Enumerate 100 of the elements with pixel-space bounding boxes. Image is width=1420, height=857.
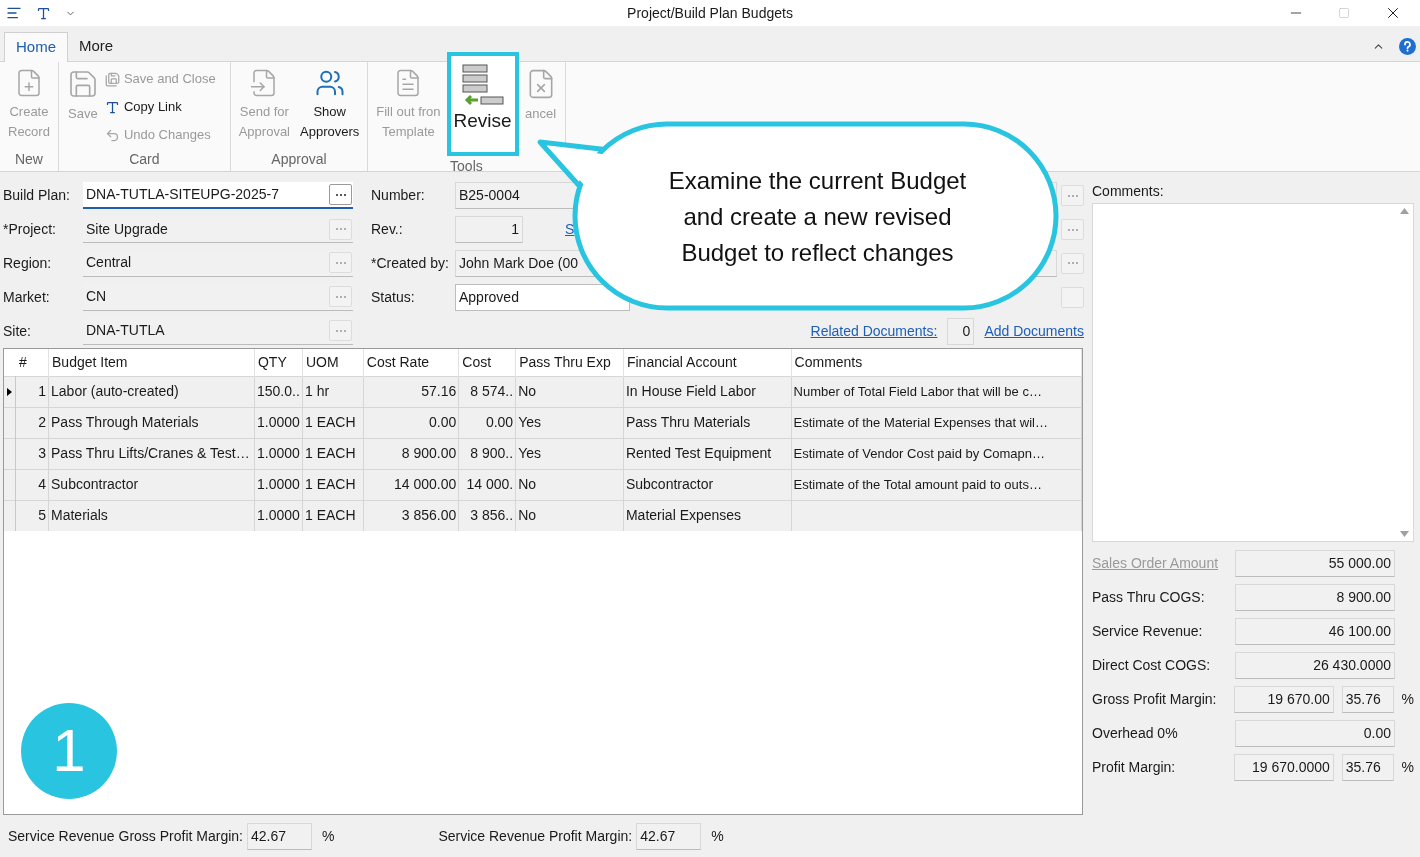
focused-lookup-field[interactable]: DNA-TUTLA-SITEUPG-2025-7 xyxy=(83,182,353,210)
related-documents-link[interactable]: Related Documents: xyxy=(810,320,938,342)
amount-field[interactable]: 19 670.0000 xyxy=(1234,753,1334,781)
footer-label: Service Revenue Profit Margin: xyxy=(438,826,633,846)
text-field[interactable]: 1 xyxy=(455,216,523,244)
field-label: Number: xyxy=(371,186,426,206)
table-cell: Subcontractor xyxy=(51,476,139,492)
lookup-field[interactable]: CN xyxy=(83,283,353,311)
floppy-disk-icon xyxy=(104,71,120,87)
field-label: *Project: xyxy=(2,220,57,240)
amount-field[interactable]: 0.00 xyxy=(1235,719,1395,747)
margin-field[interactable]: 42.67 xyxy=(636,822,702,850)
table-cell: Estimate of the Material Expenses that wil… xyxy=(793,415,1048,430)
ribbon-group-label: Card xyxy=(129,150,160,169)
stacked-rows-icon xyxy=(460,64,505,108)
table-cell: 1 EACH xyxy=(304,507,356,524)
table-row[interactable]: 5 Materials 1.0000 1 EACH 3 856.00 3 856.. No Material Expenses xyxy=(4,500,1082,531)
table-cell: No xyxy=(518,383,537,399)
document-count: 0 xyxy=(947,317,975,345)
table-row[interactable]: 4 Subcontractor 1.0000 1 EACH 14 000.00 14 000. No Subcontractor Estimate of the Total amount paid to outs… xyxy=(4,469,1082,500)
percent-field[interactable]: 35.76 xyxy=(1341,685,1394,713)
table-cell: 150.0.. xyxy=(256,383,300,399)
summary-label: Overhead 0% xyxy=(1092,723,1179,743)
table-cell: 0.00 xyxy=(485,414,514,430)
text-field[interactable]: Approved xyxy=(455,283,630,311)
ribbon-group-label: New xyxy=(14,150,43,169)
summary-label: Pass Thru COGS: xyxy=(1092,587,1206,607)
maximize-icon[interactable] xyxy=(1338,7,1350,19)
table-cell: 0.00 xyxy=(429,414,457,430)
amount-field[interactable]: 26 430.0000 xyxy=(1235,651,1395,679)
margin-field[interactable]: 42.67 xyxy=(247,822,312,850)
link[interactable]: S xyxy=(565,219,575,241)
ellipsis-icon xyxy=(334,294,347,299)
table-cell: 3 856.. xyxy=(470,507,514,524)
comments-field[interactable] xyxy=(1092,203,1414,542)
table-cell: 5 xyxy=(38,507,47,524)
ellipsis-icon xyxy=(334,192,347,197)
ribbon-button[interactable]: Show Approvers xyxy=(296,62,364,142)
ribbon-tab[interactable]: Home xyxy=(4,32,68,62)
ellipsis-icon xyxy=(334,227,347,232)
comments-label: Comments: xyxy=(1092,182,1165,201)
table-cell: 57.16 xyxy=(421,383,457,399)
highlighted-ribbon-button[interactable]: Revise xyxy=(446,52,519,156)
table-row[interactable]: 3 Pass Thru Lifts/Cranes & Test… 1.0000 1 EACH 8 900.00 8 900.. Yes Rented Test Equipment Estimate of Vendor Cost paid by Comapn… xyxy=(4,438,1082,469)
ellipsis-icon xyxy=(1066,227,1079,232)
table-cell: 1 xyxy=(38,383,47,399)
ellipsis-icon xyxy=(1066,261,1079,266)
table-cell: Subcontractor xyxy=(625,476,714,492)
field-label: Site: xyxy=(2,321,32,341)
table-cell: 3 xyxy=(38,445,47,461)
text-field-icon[interactable] xyxy=(36,5,51,21)
table-cell: 1 EACH xyxy=(304,445,356,461)
ellipsis-icon xyxy=(1066,193,1079,198)
table-row[interactable]: 1 Labor (auto-created) 150.0.. 1 hr 57.16 8 574.. No In House Field Labor Number of Total Field Labor that will be c… xyxy=(4,376,1082,407)
ribbon-group-label: Approval xyxy=(271,150,327,169)
lookup-field[interactable]: Site Upgrade xyxy=(83,216,353,244)
table-cell: 4 xyxy=(38,476,47,492)
table-cell: Pass Thru Materials xyxy=(625,414,751,430)
scroll-down-icon xyxy=(1400,531,1409,537)
amount-field[interactable]: 55 000.00 xyxy=(1235,549,1395,577)
field-label: Rev.: xyxy=(371,220,404,240)
amount-field[interactable]: 8 900.00 xyxy=(1235,583,1395,611)
percent-sign: % xyxy=(1401,757,1414,777)
table-cell: 1.0000 xyxy=(256,414,300,430)
table-cell: 8 900.00 xyxy=(401,445,457,461)
table-cell: Pass Through Materials xyxy=(51,414,199,430)
table-cell: 8 574.. xyxy=(470,383,514,399)
ribbon-tab[interactable]: More xyxy=(68,31,125,61)
lookup-field[interactable]: Central xyxy=(83,250,353,277)
window-title: Project/Build Plan Budgets xyxy=(627,3,793,23)
ellipsis-button[interactable] xyxy=(329,184,352,206)
add-documents-link[interactable]: Add Documents xyxy=(984,320,1084,342)
table-cell: 14 000. xyxy=(466,476,514,492)
table-cell: 1 hr xyxy=(304,383,330,399)
table-cell: Materials xyxy=(51,507,108,524)
scroll-up-icon xyxy=(1400,208,1409,214)
table-cell: Rented Test Equipment xyxy=(625,445,772,461)
table-cell: 1.0000 xyxy=(256,476,300,492)
percent-sign: % xyxy=(1401,689,1414,709)
amount-field[interactable]: 46 100.00 xyxy=(1235,617,1395,645)
ribbon-small-button[interactable]: Copy Link xyxy=(104,93,216,121)
table-cell: Yes xyxy=(518,414,541,430)
text-field-icon xyxy=(104,99,120,115)
ellipsis-icon xyxy=(334,328,347,333)
undo-icon xyxy=(104,127,120,143)
field-label: *Created by: xyxy=(371,254,450,273)
table-cell: Estimate of Vendor Cost paid by Comapn… xyxy=(793,446,1046,461)
table-cell: 1 EACH xyxy=(304,476,356,492)
ellipsis-icon xyxy=(334,261,347,265)
table-row[interactable]: 2 Pass Through Materials 1.0000 1 EACH 0.00 0.00 Yes Pass Thru Materials Estimate of the Material Expenses that wil… xyxy=(4,407,1082,438)
table-cell: Material Expenses xyxy=(625,507,742,524)
lookup-field[interactable]: DNA-TUTLA xyxy=(83,317,353,345)
table-cell: Number of Total Field Labor that will be c… xyxy=(793,384,1042,399)
amount-field[interactable]: 19 670.00 xyxy=(1234,685,1334,713)
summary-label: Gross Profit Margin: xyxy=(1092,689,1218,709)
table-cell: 2 xyxy=(38,414,47,430)
help-icon[interactable] xyxy=(1399,38,1416,55)
percent-field[interactable]: 35.76 xyxy=(1341,753,1394,781)
table-cell: 3 856.00 xyxy=(401,507,457,524)
table-cell: 8 900.. xyxy=(470,445,514,461)
